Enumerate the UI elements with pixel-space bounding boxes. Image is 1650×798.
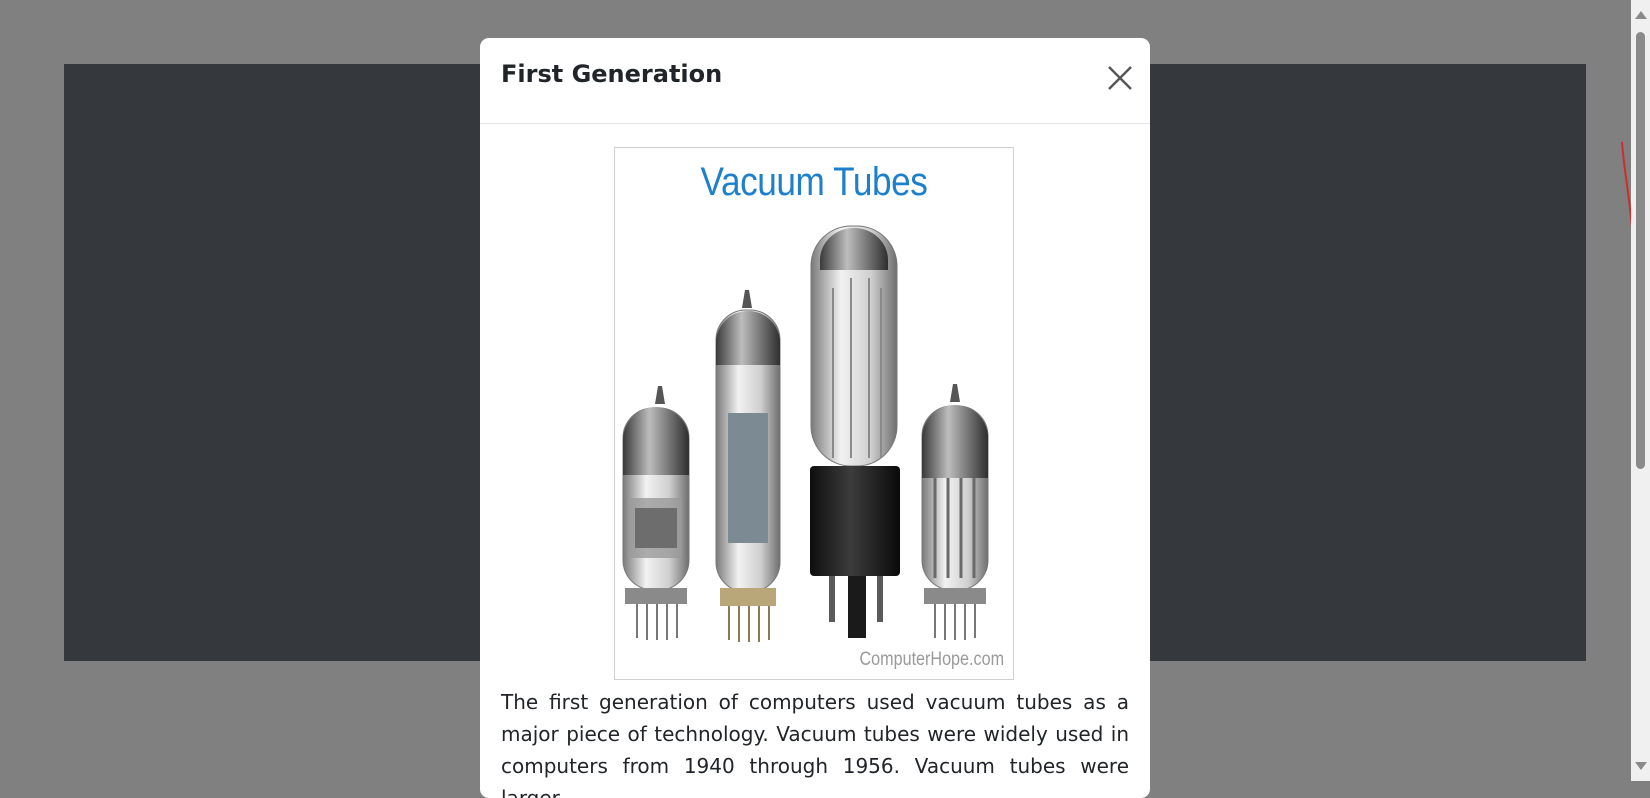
modal-dialog: First Generation Vacuum Tubes ComputerHo… [480, 38, 1150, 798]
close-button[interactable] [1100, 58, 1140, 98]
tube-1 [622, 386, 690, 640]
tube-4 [921, 384, 989, 640]
scrollbar-thumb[interactable] [1636, 32, 1645, 469]
close-icon [1108, 66, 1132, 90]
vacuum-tubes-illustration [622, 225, 989, 642]
modal-title: First Generation [501, 60, 723, 88]
modal-header: First Generation [480, 38, 1150, 124]
modal-body-text: The first generation of computers used v… [501, 690, 1129, 798]
scroll-down-arrow-icon[interactable] [1635, 762, 1647, 770]
page-scrollbar[interactable] [1631, 0, 1650, 781]
image-caption-title: Vacuum Tubes [700, 160, 928, 204]
tube-3 [810, 225, 900, 638]
image-watermark: ComputerHope.com [859, 649, 1004, 670]
tube-2 [715, 290, 781, 642]
vacuum-tubes-image: Vacuum Tubes ComputerHope.com [614, 147, 1014, 680]
scroll-up-arrow-icon[interactable] [1635, 11, 1647, 19]
